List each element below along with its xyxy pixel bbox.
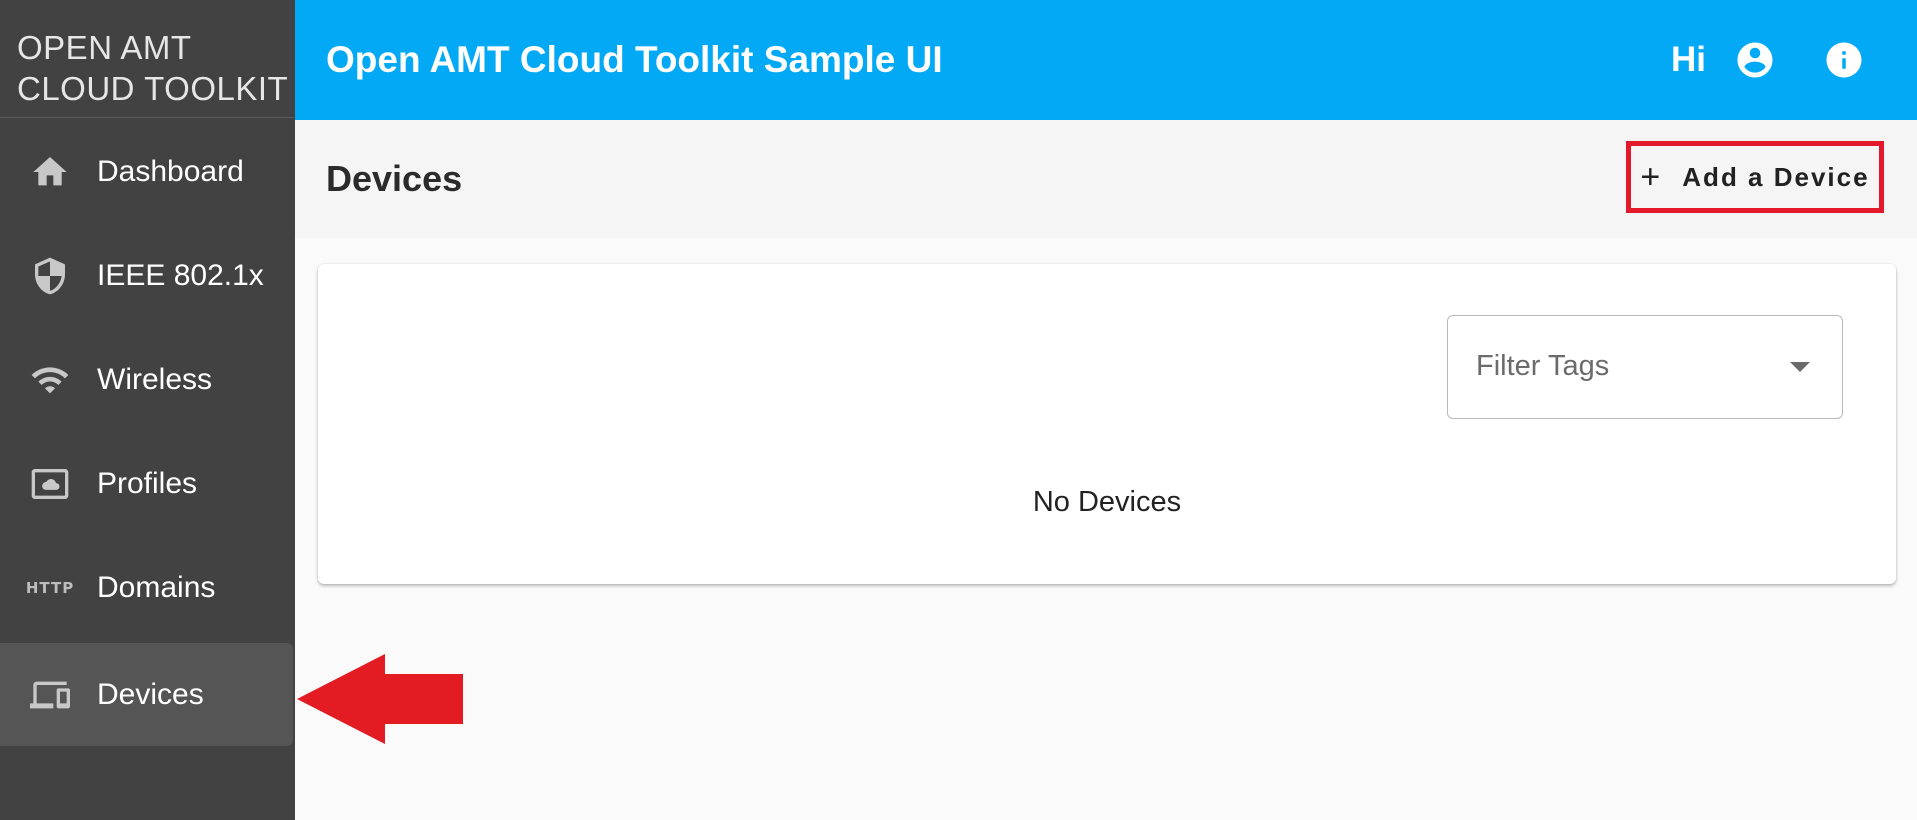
page-title: Devices — [326, 158, 463, 199]
add-device-button[interactable]: + Add a Device — [1626, 141, 1884, 213]
empty-state-message: No Devices — [1032, 486, 1182, 518]
logo-line-2: CLOUD TOOLKIT — [17, 70, 289, 107]
sidebar-item-wireless[interactable]: Wireless — [0, 328, 295, 431]
greeting: Hi — [1671, 40, 1706, 79]
sidebar-item-ieee[interactable]: IEEE 802.1x — [0, 224, 295, 327]
add-device-label: Add a Device — [1682, 161, 1870, 192]
sidebar-item-profiles[interactable]: Profiles — [0, 432, 295, 535]
account-circle-icon[interactable] — [1734, 39, 1776, 81]
filter-tags-select[interactable]: Filter Tags — [1447, 315, 1843, 419]
logo-line-1: OPEN AMT — [17, 29, 192, 66]
sidebar-item-domains[interactable]: HTTP Domains — [0, 536, 295, 639]
wifi-icon — [30, 360, 70, 400]
dropdown-arrow-icon — [1790, 362, 1810, 372]
shield-icon — [30, 256, 70, 296]
info-icon[interactable] — [1823, 39, 1865, 81]
sidebar-item-label: Devices — [97, 677, 204, 711]
http-icon: HTTP — [26, 568, 73, 608]
sidebar: OPEN AMT CLOUD TOOLKIT Dashboard IEEE 80… — [0, 0, 295, 820]
app-logo[interactable]: OPEN AMT CLOUD TOOLKIT — [0, 0, 295, 118]
top-app-bar: Open AMT Cloud Toolkit Sample UI Hi — [295, 0, 1917, 120]
sidebar-item-devices[interactable]: Devices — [0, 643, 293, 746]
sidebar-item-label: Wireless — [97, 362, 213, 396]
sidebar-item-label: Dashboard — [97, 154, 244, 188]
red-arrow-annotation — [297, 654, 463, 744]
sidebar-item-label: Domains — [97, 570, 216, 604]
devices-icon — [30, 675, 70, 715]
app-title: Open AMT Cloud Toolkit Sample UI — [326, 39, 943, 80]
home-icon — [30, 152, 70, 192]
devices-card: Filter Tags No Devices — [318, 264, 1896, 584]
filter-tags-placeholder: Filter Tags — [1476, 350, 1610, 382]
sidebar-item-dashboard[interactable]: Dashboard — [0, 120, 295, 223]
sidebar-item-label: IEEE 802.1x — [97, 258, 264, 292]
profile-cloud-icon — [30, 464, 70, 504]
sidebar-item-label: Profiles — [97, 466, 198, 500]
page-header: Devices + Add a Device — [295, 120, 1917, 238]
plus-icon: + — [1640, 157, 1661, 196]
http-icon-text: HTTP — [25, 578, 75, 597]
